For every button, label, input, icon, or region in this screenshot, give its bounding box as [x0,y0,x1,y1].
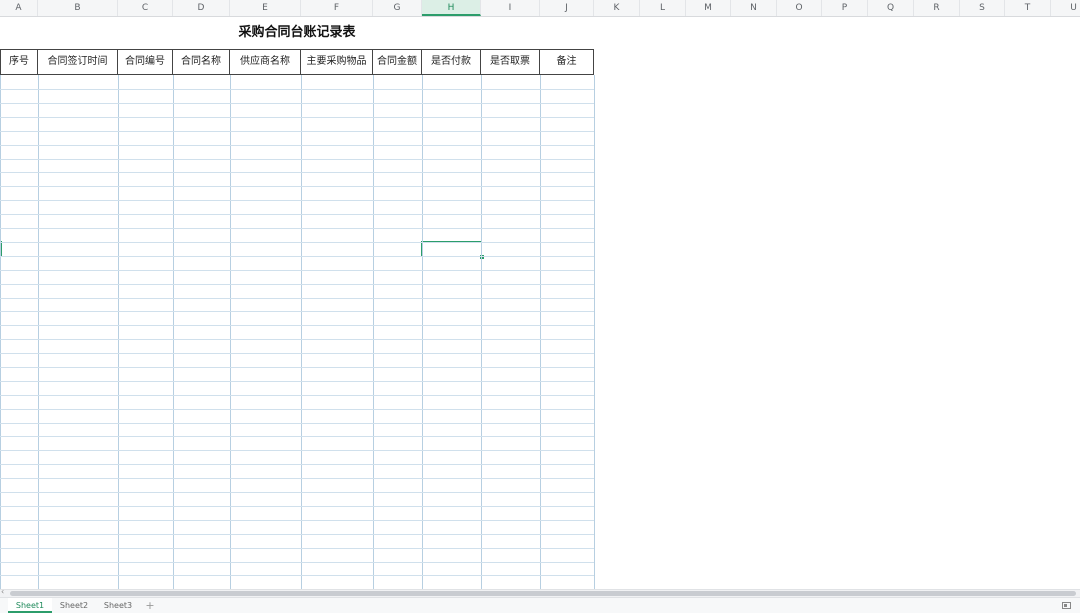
column-header-m[interactable]: M [686,0,731,16]
column-header-q[interactable]: Q [868,0,914,16]
column-header-u[interactable]: U [1051,0,1080,16]
table-header-cell[interactable]: 合同金额 [373,50,422,74]
grid-row-line [0,256,594,257]
grid-row-line [0,353,594,354]
table-header-cell[interactable]: 是否付款 [422,50,481,74]
column-header-i[interactable]: I [481,0,540,16]
column-header-h[interactable]: H [422,0,481,16]
grid-row-line [0,242,594,243]
grid-row-line [0,395,594,396]
grid-row-line [0,103,594,104]
table-header-cell[interactable]: 合同名称 [173,50,230,74]
grid-row-line [0,548,594,549]
sheet-tab-1[interactable]: Sheet1 [8,598,52,613]
horizontal-scrollbar[interactable]: ‹ [0,587,1080,597]
grid-row-line [0,311,594,312]
column-header-c[interactable]: C [118,0,173,16]
grid-row-line [0,423,594,424]
column-header-k[interactable]: K [594,0,640,16]
active-cell-selection[interactable] [421,241,484,259]
grid-row-line [0,89,594,90]
column-header-j[interactable]: J [540,0,594,16]
grid-column-line [118,75,119,589]
column-header-a[interactable]: A [0,0,38,16]
grid-row-line [0,478,594,479]
grid-column-line [0,75,1,589]
grid-column-line [481,75,482,589]
grid-row-line [0,200,594,201]
table-header-cell[interactable]: 合同签订时间 [38,50,118,74]
grid-column-line [594,75,595,589]
grid-row-line [0,409,594,410]
grid-row-line [0,436,594,437]
grid-row-line [0,492,594,493]
scrollbar-thumb[interactable] [10,591,1076,596]
table-header-cell[interactable]: 供应商名称 [230,50,301,74]
grid-row-line [0,325,594,326]
column-header-p[interactable]: P [822,0,868,16]
column-header-t[interactable]: T [1005,0,1051,16]
grid-row-line [0,284,594,285]
column-header-e[interactable]: E [230,0,301,16]
grid-column-line [373,75,374,589]
grid-row-line [0,575,594,576]
column-header-s[interactable]: S [960,0,1005,16]
grid-row-line [0,506,594,507]
grid-column-line [38,75,39,589]
scroll-left-arrow-icon[interactable]: ‹ [1,587,4,596]
grid-row-line [0,186,594,187]
grid-column-line [301,75,302,589]
grid-column-line [540,75,541,589]
grid-row-line [0,131,594,132]
grid-row-line [0,214,594,215]
column-header-d[interactable]: D [173,0,230,16]
grid-row-line [0,172,594,173]
grid-row-line [0,534,594,535]
column-header-n[interactable]: N [731,0,777,16]
grid-column-line [230,75,231,589]
column-header-r[interactable]: R [914,0,960,16]
column-header-g[interactable]: G [373,0,422,16]
add-sheet-button[interactable]: + [145,598,155,613]
grid-row-line [0,298,594,299]
grid-row-line [0,367,594,368]
grid-row-line [0,228,594,229]
grid-row-line [0,450,594,451]
grid-column-line [173,75,174,589]
sheet-tab-3[interactable]: Sheet3 [96,598,140,613]
grid-column-line [422,75,423,589]
grid-row-line [0,117,594,118]
table-header-cell[interactable]: 主要采购物品 [301,50,373,74]
spreadsheet-grid[interactable]: 采购合同台账记录表 序号 合同签订时间 合同编号 合同名称 供应商名称 主要采购物品 合同金… [0,17,1080,589]
grid-row-line [0,520,594,521]
table-header-cell[interactable]: 序号 [0,50,38,74]
table-title[interactable]: 采购合同台账记录表 [0,17,594,49]
table-header-cell[interactable]: 备注 [540,50,594,74]
table-header-row: 序号 合同签订时间 合同编号 合同名称 供应商名称 主要采购物品 合同金额 是否付款 是否取票备… [0,49,594,75]
column-header-b[interactable]: B [38,0,118,16]
column-header-o[interactable]: O [777,0,822,16]
grid-row-line [0,145,594,146]
column-header-bar: ABCDEFGHIJKLMNOPQRSTU [0,0,1080,17]
sheet-view-icon[interactable] [1062,602,1071,609]
grid-row-line [0,270,594,271]
grid-row-line [0,159,594,160]
table-header-cell[interactable]: 合同编号 [118,50,173,74]
table-header-cell[interactable]: 是否取票 [481,50,540,74]
grid-row-line [0,464,594,465]
sheet-tab-bar: + Sheet1 Sheet2 Sheet3 [0,597,1080,613]
grid-row-line [0,339,594,340]
grid-row-line [0,381,594,382]
column-header-l[interactable]: L [640,0,686,16]
column-header-f[interactable]: F [301,0,373,16]
grid-row-line [0,562,594,563]
sheet-tab-2[interactable]: Sheet2 [52,598,96,613]
